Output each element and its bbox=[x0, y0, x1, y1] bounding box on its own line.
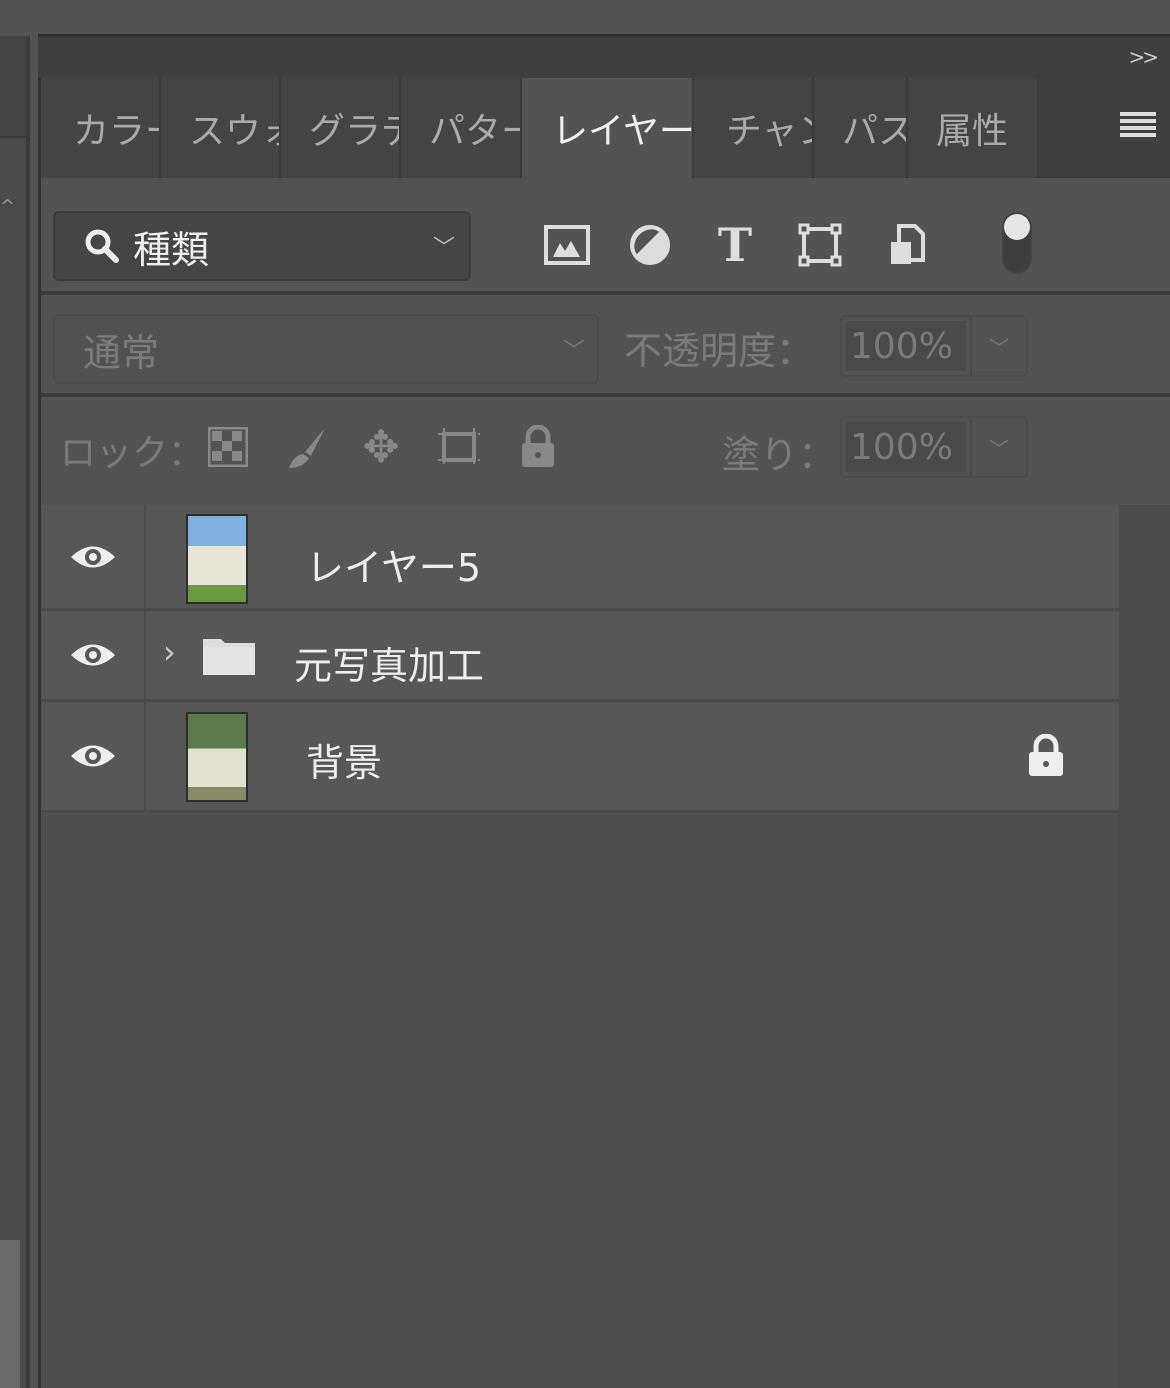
tab-channels[interactable]: チャン bbox=[694, 78, 814, 178]
tab-color[interactable]: カラー bbox=[41, 78, 161, 178]
fill-value[interactable]: 100% bbox=[846, 422, 966, 472]
lock-transparent-pixels-icon[interactable] bbox=[205, 424, 251, 470]
layer-row[interactable]: レイヤー5 bbox=[41, 505, 1119, 611]
expand-group-chevron-icon[interactable]: › bbox=[163, 633, 176, 671]
layer-group-row[interactable]: › 元写真加工 bbox=[41, 611, 1119, 702]
lock-artboard-icon[interactable] bbox=[436, 424, 482, 470]
lock-image-pixels-brush-icon[interactable] bbox=[285, 424, 331, 470]
filter-kind-dropdown[interactable]: 種類 ﹀ bbox=[53, 211, 471, 281]
opacity-value[interactable]: 100% bbox=[846, 321, 966, 371]
fill-field[interactable]: 100% ﹀ bbox=[840, 416, 1028, 478]
layer-name[interactable]: レイヤー5 bbox=[306, 537, 481, 592]
filter-smart-objects-icon[interactable] bbox=[882, 220, 932, 270]
lock-position-move-icon[interactable]: ✥ bbox=[358, 422, 404, 473]
layer-thumbnail bbox=[186, 712, 248, 802]
divider bbox=[41, 393, 1170, 397]
divider bbox=[41, 291, 1170, 295]
layer-name[interactable]: 背景 bbox=[306, 732, 382, 787]
tab-patterns[interactable]: パター bbox=[401, 78, 522, 178]
visibility-toggle[interactable] bbox=[41, 611, 146, 699]
layers-list: レイヤー5 › 元写真加工 背景 bbox=[41, 505, 1119, 813]
hamburger-icon[interactable] bbox=[1120, 112, 1156, 140]
eye-icon bbox=[70, 644, 115, 666]
blend-mode-value: 通常 bbox=[83, 330, 160, 375]
folder-icon bbox=[203, 639, 255, 675]
filter-shape-layers-icon[interactable] bbox=[795, 220, 845, 270]
lock-label: ロック： bbox=[60, 433, 205, 474]
filter-pixel-layers-icon[interactable] bbox=[542, 220, 592, 270]
tab-properties[interactable]: 属性 bbox=[908, 78, 1039, 178]
layer-thumbnail bbox=[186, 514, 248, 604]
eye-icon bbox=[70, 546, 115, 567]
chevron-down-icon: ﹀ bbox=[432, 236, 455, 261]
fill-label: 塗り： bbox=[722, 433, 837, 477]
chevron-up-icon[interactable]: ^ bbox=[0, 196, 15, 217]
opacity-field[interactable]: 100% ﹀ bbox=[840, 315, 1028, 377]
collapse-panel-button[interactable]: >> bbox=[1128, 45, 1158, 69]
opacity-label: 不透明度： bbox=[624, 329, 815, 373]
blend-mode-dropdown[interactable]: 通常 ﹀ bbox=[53, 314, 599, 384]
visibility-toggle[interactable] bbox=[41, 505, 146, 608]
panel-header: >> bbox=[38, 34, 1170, 78]
left-scrollbar[interactable] bbox=[0, 1240, 20, 1388]
tab-gradients[interactable]: グラデ bbox=[281, 78, 401, 178]
chevron-down-icon[interactable]: ﹀ bbox=[970, 418, 1026, 476]
layers-scrollbar[interactable] bbox=[1119, 505, 1170, 1388]
layer-row[interactable]: 背景 bbox=[41, 702, 1119, 813]
filter-type-layers-icon[interactable]: T bbox=[710, 218, 760, 272]
visibility-toggle[interactable] bbox=[41, 702, 146, 810]
panel-tabs: カラー スウォ グラデ パター レイヤー チャン パス 属性 bbox=[41, 78, 1170, 178]
chevron-down-icon[interactable]: ﹀ bbox=[970, 317, 1026, 375]
filter-kind-label: 種類 bbox=[133, 227, 210, 272]
eye-icon bbox=[70, 745, 115, 767]
lock-icon bbox=[1029, 734, 1063, 776]
filter-adjustment-layers-icon[interactable] bbox=[625, 220, 675, 270]
tab-layers[interactable]: レイヤー bbox=[522, 78, 694, 178]
layers-empty-area bbox=[41, 814, 1119, 1388]
layer-name[interactable]: 元写真加工 bbox=[294, 635, 484, 690]
tab-swatches[interactable]: スウォ bbox=[161, 78, 281, 178]
left-dock-strip: ^ bbox=[0, 36, 30, 1388]
search-icon bbox=[85, 229, 119, 263]
lock-all-icon[interactable] bbox=[515, 424, 561, 470]
chevron-down-icon: ﹀ bbox=[562, 339, 585, 364]
tab-paths[interactable]: パス bbox=[814, 78, 908, 178]
filter-toggle-switch[interactable] bbox=[1002, 212, 1032, 274]
